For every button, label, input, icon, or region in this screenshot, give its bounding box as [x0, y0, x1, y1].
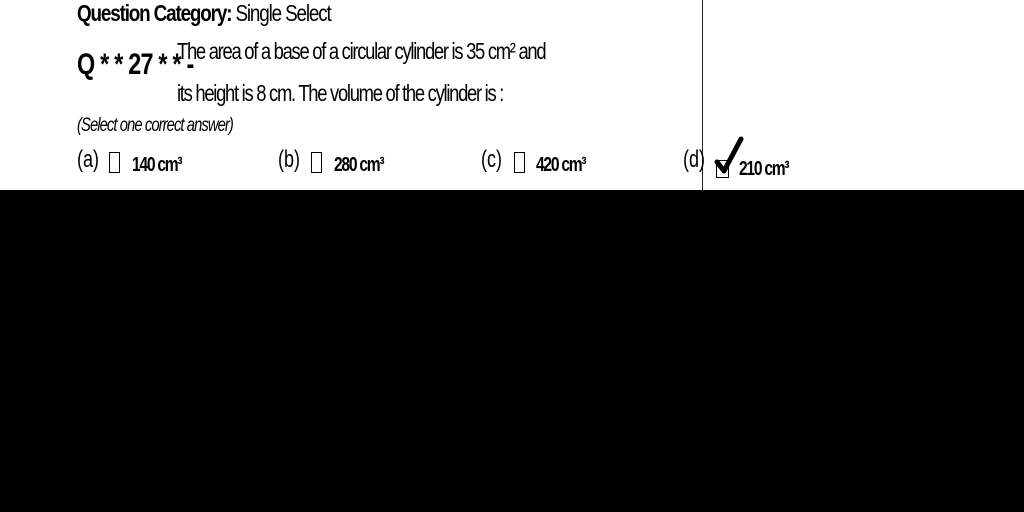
option-value: 280 cm³ [334, 154, 385, 176]
question-text-line-2: its height is 8 cm. The volume of the cy… [177, 80, 504, 106]
option-value: 140 cm³ [132, 154, 183, 176]
option-letter: (d) [683, 146, 706, 173]
option-value: 420 cm³ [536, 154, 587, 176]
question-category: Question Category: Single Select [77, 0, 332, 27]
checkbox-empty-icon[interactable] [514, 152, 525, 173]
option-letter: (a) [77, 146, 100, 173]
checkbox-empty-icon[interactable] [109, 152, 120, 173]
question-text-line-1: The area of a base of a circular cylinde… [177, 38, 547, 64]
option-letter: (b) [278, 146, 301, 173]
answer-instruction: (Select one correct answer) [77, 115, 234, 136]
category-value: Single Select [235, 0, 331, 26]
category-label: Question Category: [77, 0, 232, 26]
option-value: 210 cm³ [739, 158, 790, 180]
checkbox-empty-icon[interactable] [311, 152, 322, 173]
option-letter: (c) [481, 146, 502, 173]
question-sheet: Question Category: Single Select Q * * 2… [0, 0, 1024, 190]
blank-area [0, 190, 1024, 512]
